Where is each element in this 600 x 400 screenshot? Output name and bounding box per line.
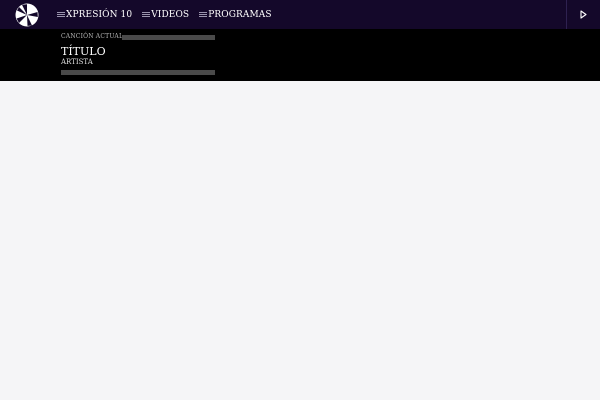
- main-content-area: [0, 81, 600, 400]
- now-playing-label: CANCIÓN ACTUAL: [61, 33, 124, 40]
- play-icon: [580, 10, 587, 19]
- label-placeholder-bar: [122, 35, 215, 40]
- nav-item-programas[interactable]: PROGRAMAS: [199, 9, 272, 20]
- station-logo-icon[interactable]: [15, 3, 39, 27]
- song-title: TÍTULO: [61, 45, 106, 58]
- progress-placeholder-bar: [61, 70, 215, 75]
- nav-item-label: XPRESIÓN 10: [66, 9, 133, 20]
- menu-lines-icon: [199, 12, 208, 17]
- top-navigation-bar: XPRESIÓN 10 VIDEOS PROGRAMAS: [0, 0, 600, 29]
- main-nav: XPRESIÓN 10 VIDEOS PROGRAMAS: [57, 0, 282, 29]
- song-artist: ARTISTA: [61, 58, 93, 66]
- nav-item-videos[interactable]: VIDEOS: [142, 10, 189, 20]
- nav-item-label: VIDEOS: [151, 9, 190, 20]
- nav-item-xpresion-10[interactable]: XPRESIÓN 10: [57, 10, 132, 20]
- menu-lines-icon: [57, 12, 65, 17]
- nav-item-label: PROGRAMAS: [208, 9, 272, 20]
- now-playing-panel: CANCIÓN ACTUAL TÍTULO ARTISTA: [0, 29, 600, 81]
- menu-lines-icon: [142, 12, 151, 17]
- play-button[interactable]: [566, 0, 600, 29]
